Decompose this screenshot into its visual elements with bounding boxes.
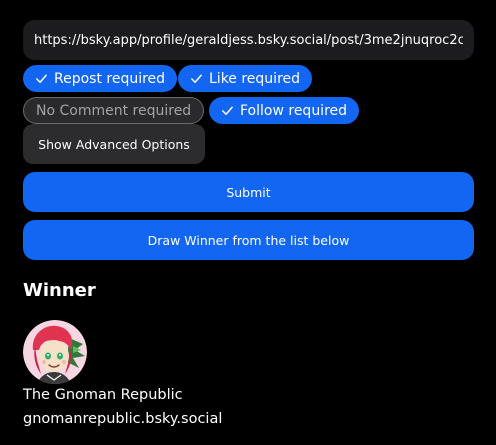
winner-display-name: The Gnoman Republic xyxy=(23,387,183,403)
show-advanced-options-button[interactable]: Show Advanced Options xyxy=(23,124,205,164)
draw-winner-button[interactable]: Draw Winner from the list below xyxy=(23,220,474,260)
like-required-label: Like required xyxy=(209,70,301,87)
no-comment-required-label: No Comment required xyxy=(36,102,192,119)
check-icon xyxy=(222,106,233,115)
follow-required-toggle[interactable]: Follow required xyxy=(209,97,360,124)
check-icon xyxy=(191,74,202,83)
no-comment-required-toggle[interactable]: No Comment required xyxy=(23,97,205,124)
check-icon xyxy=(36,74,47,83)
winner-heading: Winner xyxy=(23,280,96,301)
repost-required-toggle[interactable]: Repost required xyxy=(23,65,178,92)
raffle-page: Repost required Like required No Comment… xyxy=(0,0,496,445)
post-url-input[interactable] xyxy=(23,20,474,60)
repost-required-label: Repost required xyxy=(54,70,166,87)
submit-button[interactable]: Submit xyxy=(23,172,474,212)
avatar-image xyxy=(23,320,87,384)
winner-handle: gnomanrepublic.bsky.social xyxy=(23,411,223,427)
avatar xyxy=(23,320,87,384)
follow-required-label: Follow required xyxy=(240,102,348,119)
like-required-toggle[interactable]: Like required xyxy=(178,65,313,92)
